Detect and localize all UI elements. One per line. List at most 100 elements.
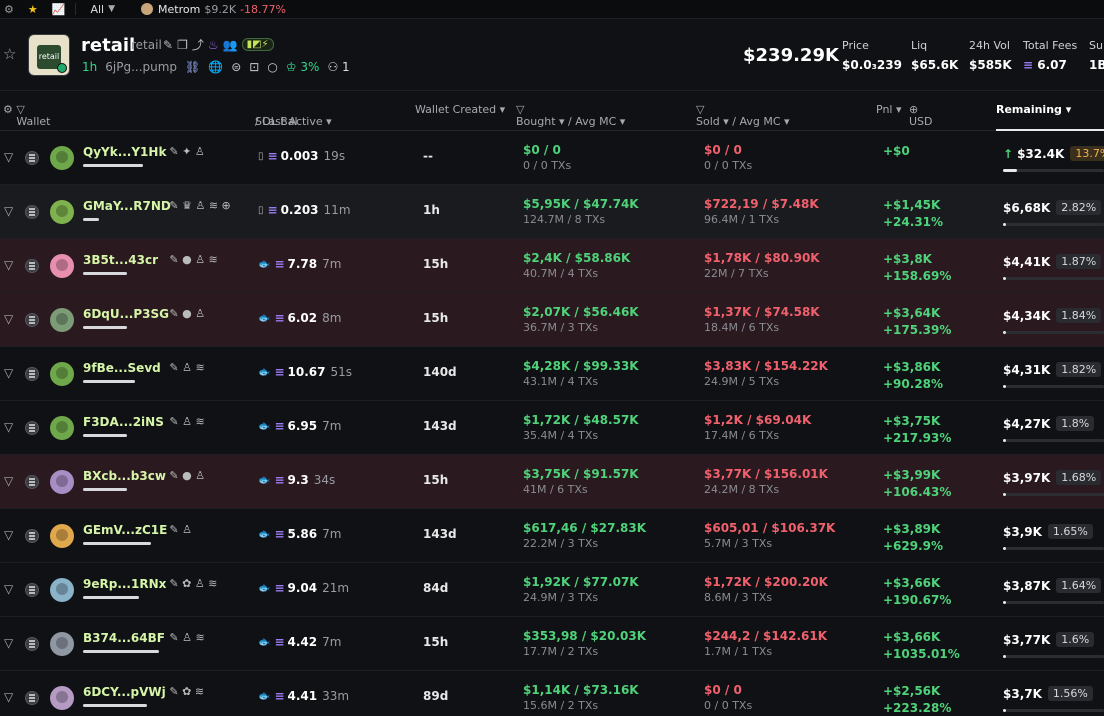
- filter-icon[interactable]: ▽: [4, 258, 13, 272]
- menu-icon[interactable]: [25, 529, 39, 543]
- fish-icon: 🐟: [258, 312, 271, 324]
- share-icon[interactable]: ⤴: [192, 36, 204, 53]
- filter-icon[interactable]: ▽: [4, 528, 13, 542]
- bought-cell: $1,72K / $48.57K 35.4M / 4 TXs: [523, 413, 639, 442]
- copy-icon[interactable]: ❐: [177, 38, 188, 52]
- wallet-address[interactable]: GMaY...R7ND: [83, 199, 171, 213]
- remaining-bar-fill: [1003, 547, 1006, 550]
- table-row[interactable]: ▽ B374...64BF ✎ ♙ ≋ 🐟 ≡ 4.42 7m 15h $353,98 / $2…: [0, 617, 1104, 671]
- watchlist-token[interactable]: Metrom $9.2K -18.77%: [141, 3, 286, 16]
- col-pnl[interactable]: Pnl ▾: [876, 103, 902, 116]
- filter-icon[interactable]: ▽: [4, 420, 13, 434]
- table-row[interactable]: ▽ 6DCY...pVWj ✎ ✿ ≋ 🐟 ≡ 4.41 33m 89d $1,14K / $7…: [0, 671, 1104, 716]
- menu-icon[interactable]: [25, 691, 39, 705]
- wallet-address[interactable]: 6DqU...P3SG: [83, 307, 169, 321]
- menu-icon[interactable]: [25, 475, 39, 489]
- menu-icon[interactable]: [25, 205, 39, 219]
- filter-icon[interactable]: ▽: [4, 690, 13, 704]
- menu-icon[interactable]: [25, 583, 39, 597]
- chevron-down-icon[interactable]: ▼: [108, 4, 115, 14]
- filter-icon[interactable]: ▽: [4, 582, 13, 596]
- telegram-icon[interactable]: ⊡: [249, 60, 259, 74]
- chart-icon[interactable]: 📈: [52, 3, 66, 16]
- wallet-tag-icons[interactable]: ✎ ♛ ♙ ≋ ⊕: [169, 199, 230, 212]
- fish-icon: 🐟: [258, 258, 271, 270]
- wallet-activity-bar: [83, 164, 143, 167]
- menu-icon[interactable]: [25, 367, 39, 381]
- table-row[interactable]: ▽ 6DqU...P3SG ✎ ● ♙ 🐟 ≡ 6.02 8m 15h $2,07K / $56…: [0, 293, 1104, 347]
- wallet-activity-bar: [83, 380, 135, 383]
- table-row[interactable]: ▽ 9fBe...Sevd ✎ ♙ ≋ 🐟 ≡ 10.67 51s 140d $4,28K / …: [0, 347, 1104, 401]
- wallet-tag-icons[interactable]: ✎ ● ♙: [169, 469, 205, 482]
- wallet-tag-icons[interactable]: ✎ ✿ ♙ ≋: [169, 577, 217, 590]
- sol-icon: ≡: [267, 149, 278, 163]
- sold-value: $0 / 0: [704, 143, 742, 157]
- stat-label: Liq: [911, 39, 928, 52]
- wallet-created: 140d: [423, 365, 457, 379]
- settings-icon[interactable]: ⚙: [4, 3, 14, 16]
- dex-icon[interactable]: ⊜: [231, 60, 241, 74]
- menu-icon[interactable]: [25, 259, 39, 273]
- filter-all-dropdown[interactable]: All: [90, 3, 104, 16]
- table-row[interactable]: ▽ GMaY...R7ND ✎ ♛ ♙ ≋ ⊕ ▯ ≡ 0.203 11m 1h $5,95K …: [0, 185, 1104, 239]
- col-wallet[interactable]: ⚙ Wallet ▽: [3, 103, 50, 128]
- website-icon[interactable]: 🌐: [208, 60, 223, 74]
- col-wallet-created[interactable]: Wallet Created ▾: [415, 103, 505, 116]
- menu-icon[interactable]: [25, 151, 39, 165]
- menu-icon[interactable]: [25, 313, 39, 327]
- wallet-address[interactable]: 9fBe...Sevd: [83, 361, 161, 375]
- table-row[interactable]: ▽ F3DA...2iNS ✎ ♙ ≋ 🐟 ≡ 6.95 7m 143d $1,72K / $4…: [0, 401, 1104, 455]
- wallet-tag-icons[interactable]: ✎ ♙ ≋: [169, 415, 204, 428]
- filter-icon[interactable]: ▽: [4, 636, 13, 650]
- table-row[interactable]: ▽ GEmV...zC1E ✎ ♙ 🐟 ≡ 5.86 7m 143d $617,46 / $27…: [0, 509, 1104, 563]
- edit-icon[interactable]: ✎: [163, 38, 173, 52]
- wallet-tag-icons[interactable]: ✎ ✿ ≋: [169, 685, 204, 698]
- filter-icon[interactable]: ▽: [4, 150, 13, 164]
- wallet-address[interactable]: F3DA...2iNS: [83, 415, 164, 429]
- sol-balance: 🐟 ≡ 9.3 34s: [258, 473, 335, 487]
- bought-cell: $353,98 / $20.03K 17.7M / 2 TXs: [523, 629, 646, 658]
- filter-icon[interactable]: ▽: [4, 474, 13, 488]
- menu-icon[interactable]: [25, 637, 39, 651]
- filter-icon[interactable]: ▽: [4, 366, 13, 380]
- sold-cell: $0 / 0 0 / 0 TXs: [704, 683, 752, 712]
- search-icon[interactable]: ○: [267, 60, 277, 74]
- wallet-address[interactable]: 3B5t...43cr: [83, 253, 158, 267]
- wallet-tag-icons[interactable]: ✎ ♙ ≋: [169, 631, 204, 644]
- favorite-star-icon[interactable]: ☆: [3, 45, 16, 63]
- wallet-address[interactable]: QyYk...Y1Hk: [83, 145, 166, 159]
- table-row[interactable]: ▽ BXcb...b3cw ✎ ● ♙ 🐟 ≡ 9.3 34s 15h $3,75K / $91…: [0, 455, 1104, 509]
- wallet-address[interactable]: GEmV...zC1E: [83, 523, 167, 537]
- wallet-address[interactable]: B374...64BF: [83, 631, 165, 645]
- token-avatar[interactable]: retail: [28, 34, 70, 76]
- col-sold[interactable]: Sold ▾ / Avg MC ▾ ▽: [696, 103, 790, 128]
- wallet-tag-icons[interactable]: ✎ ● ♙: [169, 307, 205, 320]
- wallet-address[interactable]: BXcb...b3cw: [83, 469, 166, 483]
- filter-icon[interactable]: ▽: [4, 312, 13, 326]
- wallet-tag-icons[interactable]: ✎ ♙ ≋: [169, 361, 204, 374]
- remaining-percent: 1.84%: [1056, 308, 1102, 323]
- col-usd-toggle[interactable]: USD ⊕: [909, 103, 933, 128]
- wallet-created: 15h: [423, 257, 449, 271]
- token-address[interactable]: 6jPg...pump: [105, 60, 177, 74]
- wallet-address[interactable]: 9eRp...1RNx: [83, 577, 166, 591]
- bought-value: $3,75K / $91.57K: [523, 467, 639, 481]
- table-row[interactable]: ▽ 9eRp...1RNx ✎ ✿ ♙ ≋ 🐟 ≡ 9.04 21m 84d $1,92K / …: [0, 563, 1104, 617]
- wallet-address[interactable]: 6DCY...pVWj: [83, 685, 166, 699]
- wallet-tag-icons[interactable]: ✎ ♙: [169, 523, 192, 536]
- sol-balance: 🐟 ≡ 4.41 33m: [258, 689, 349, 703]
- table-row[interactable]: ▽ QyYk...Y1Hk ✎ ✦ ♙ ▯ ≡ 0.003 19s -- $0 / 0 0 / 0…: [0, 131, 1104, 185]
- col-bought[interactable]: Bought ▾ / Avg MC ▾ ▽: [516, 103, 625, 128]
- holders-icon[interactable]: ⛓: [185, 60, 200, 74]
- remaining-bar-fill: [1003, 223, 1006, 226]
- stat-value: $0.0₃239: [842, 58, 902, 72]
- wallet-tag-icons[interactable]: ✎ ● ♙ ≋: [169, 253, 217, 266]
- filter-icon[interactable]: ▽: [4, 204, 13, 218]
- remaining-cell: $3,97K 1.68%: [1003, 470, 1102, 485]
- pnl-cell: +$3,86K +90.28%: [883, 359, 943, 393]
- watchlist-star-icon[interactable]: ★: [28, 3, 38, 16]
- table-row[interactable]: ▽ 3B5t...43cr ✎ ● ♙ ≋ 🐟 ≡ 7.78 7m 15h $2,4K / $5…: [0, 239, 1104, 293]
- menu-icon[interactable]: [25, 421, 39, 435]
- col-remaining[interactable]: Remaining ▾: [996, 103, 1071, 116]
- wallet-tag-icons[interactable]: ✎ ✦ ♙: [169, 145, 204, 158]
